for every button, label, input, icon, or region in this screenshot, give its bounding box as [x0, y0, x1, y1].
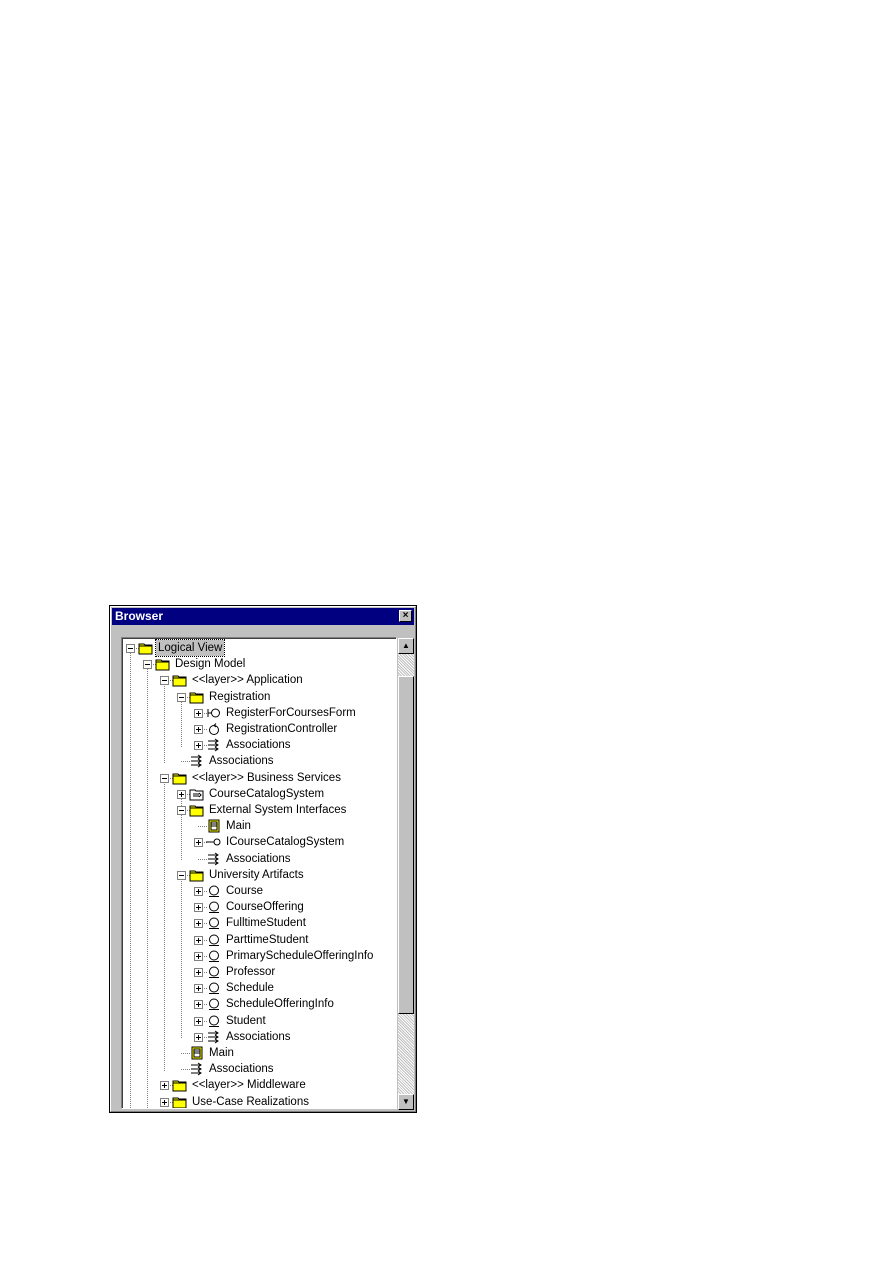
associations-icon [206, 738, 222, 752]
folder-icon [155, 657, 171, 671]
tree-node-label: PrimaryScheduleOfferingInfo [226, 949, 374, 962]
tree-view[interactable]: Logical View Design Model <<layer>> Applic… [121, 637, 397, 1109]
expand-icon[interactable] [194, 968, 203, 977]
control-class-icon [206, 722, 222, 736]
tree-node-label: ICourseCatalogSystem [226, 836, 345, 849]
collapse-icon[interactable] [177, 692, 186, 702]
folder-icon [172, 771, 188, 785]
tree-node-label: Main [209, 1047, 234, 1059]
scroll-thumb[interactable] [398, 676, 414, 1014]
expand-icon[interactable] [160, 1097, 169, 1107]
entity-class-icon [206, 981, 222, 995]
expand-icon[interactable] [177, 789, 186, 799]
entity-class-icon [206, 1014, 222, 1028]
tree-node-label: Schedule [226, 982, 274, 995]
collapse-icon[interactable] [160, 676, 169, 686]
expand-icon[interactable] [194, 838, 203, 848]
close-icon: × [402, 610, 409, 621]
tree-node-label: <<layer>> Middleware [192, 1079, 306, 1092]
folder-icon [172, 1095, 188, 1108]
scroll-down-button[interactable]: ▼ [398, 1094, 414, 1110]
tree-node-label: Main [226, 820, 251, 833]
tree-node-label: Design Model [175, 658, 246, 671]
collapse-icon[interactable] [177, 806, 186, 815]
tree-node-label: Associations [226, 1030, 291, 1043]
folder-icon [138, 641, 154, 655]
tree-node-label: <<layer>> Application [192, 674, 303, 687]
tree-node-label: Registration [209, 690, 271, 703]
arrow-up-icon: ▲ [402, 641, 410, 650]
tree-node-label: Associations [209, 755, 274, 768]
expand-icon[interactable] [194, 1016, 203, 1026]
tree-node-label: ScheduleOfferingInfo [226, 998, 334, 1011]
entity-class-icon [206, 884, 222, 898]
title-bar[interactable]: Browser × [112, 608, 414, 625]
expand-icon[interactable] [194, 741, 203, 751]
associations-icon [189, 754, 205, 768]
expand-icon[interactable] [194, 708, 203, 718]
tree-node-label: Use-Case Realizations [192, 1095, 309, 1108]
boundary-class-icon [206, 706, 222, 720]
subsystem-icon [189, 787, 205, 801]
expand-icon[interactable] [194, 984, 203, 994]
arrow-down-icon: ▼ [402, 1097, 410, 1106]
tree-node-label: Logical View [154, 639, 226, 657]
tree-node-label: Associations [226, 852, 291, 865]
entity-class-icon [206, 916, 222, 930]
tree-node-label: <<layer>> Business Services [192, 771, 341, 784]
tree-node-label: University Artifacts [209, 868, 304, 881]
folder-icon [189, 868, 205, 882]
associations-icon [206, 1030, 222, 1044]
entity-class-icon [206, 933, 222, 947]
tree-node-label: CourseCatalogSystem [209, 787, 325, 800]
tree-node-label: Course [226, 885, 264, 897]
interface-icon [206, 835, 222, 849]
entity-class-icon [206, 997, 222, 1011]
tree-node-label: Associations [209, 1063, 274, 1076]
tree-node-label: External System Interfaces [209, 804, 347, 816]
window-title: Browser [115, 609, 164, 623]
folder-icon [172, 1078, 188, 1092]
expand-icon[interactable] [194, 903, 203, 913]
close-button[interactable]: × [399, 610, 412, 622]
scroll-up-button[interactable]: ▲ [398, 638, 414, 654]
entity-class-icon [206, 949, 222, 963]
tree-node-label: Professor [226, 966, 276, 978]
expand-icon[interactable] [194, 951, 203, 961]
tree-node-label: RegistrationController [226, 723, 338, 735]
expand-icon[interactable] [194, 1032, 203, 1042]
collapse-icon[interactable] [143, 660, 152, 670]
class-diagram-icon [206, 819, 222, 833]
class-diagram-icon [189, 1046, 205, 1060]
folder-icon [189, 803, 205, 817]
entity-class-icon [206, 900, 222, 914]
tree-node-label: RegisterForCoursesForm [226, 706, 356, 719]
collapse-icon[interactable] [126, 644, 135, 653]
tree-node-label: ParttimeStudent [226, 933, 309, 946]
associations-icon [206, 852, 222, 866]
expand-icon[interactable] [160, 1081, 169, 1091]
vertical-scrollbar[interactable]: ▲ ▼ [398, 638, 414, 1110]
tree-node-label: Associations [226, 739, 291, 752]
expand-icon[interactable] [194, 1000, 203, 1010]
expand-icon[interactable] [194, 935, 203, 945]
tree-node-label: FulltimeStudent [226, 917, 306, 930]
browser-window: Browser × Logical View Design Model <<laye… [109, 605, 417, 1113]
folder-icon [189, 690, 205, 704]
associations-icon [189, 1062, 205, 1076]
tree-node-label: Student [226, 1014, 266, 1027]
collapse-icon[interactable] [160, 773, 169, 783]
entity-class-icon [206, 965, 222, 979]
expand-icon[interactable] [194, 887, 203, 896]
expand-icon[interactable] [194, 725, 203, 734]
expand-icon[interactable] [194, 919, 203, 929]
folder-icon [172, 673, 188, 687]
tree-node-label: CourseOffering [226, 901, 304, 914]
collapse-icon[interactable] [177, 870, 186, 880]
